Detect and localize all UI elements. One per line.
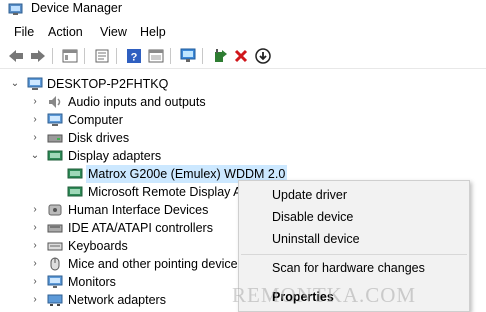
collapse-arrow-icon[interactable]: ⌄ (10, 75, 20, 93)
update-driver-icon[interactable] (210, 46, 230, 66)
monitor-icon (47, 275, 63, 288)
menu-help[interactable]: Help (139, 24, 167, 40)
hid-icon (48, 204, 62, 216)
ide-controller-icon (47, 224, 63, 233)
menu-disable-device[interactable]: Disable device (272, 209, 353, 225)
watermark: REMONTKA.COM (232, 283, 417, 307)
tree-item-monitors[interactable]: › Monitors (0, 273, 238, 291)
expand-arrow-icon[interactable]: › (30, 219, 40, 237)
expand-arrow-icon[interactable]: › (30, 255, 40, 273)
tree-item-matrox[interactable]: Matrox G200e (Emulex) WDDM 2.0 (0, 165, 288, 183)
tree-item-display-adapters[interactable]: ⌄ Display adapters (0, 147, 220, 165)
mouse-icon (50, 257, 60, 271)
forward-icon[interactable] (28, 46, 48, 66)
toolbar-separator (52, 48, 53, 64)
tree-item-label: Computer (68, 113, 123, 127)
expand-arrow-icon[interactable]: › (30, 237, 40, 255)
tree-item-ide-ata[interactable]: › IDE ATA/ATAPI controllers (0, 219, 238, 237)
details-icon[interactable] (146, 46, 166, 66)
display-adapter-icon (67, 186, 83, 197)
collapse-arrow-icon[interactable]: ⌄ (30, 147, 40, 165)
tree-item-mice[interactable]: › Mice and other pointing devices (0, 255, 238, 273)
toolbar-separator (84, 48, 85, 64)
window-title: Device Manager (31, 1, 123, 15)
menu-view[interactable]: View (99, 24, 128, 40)
tree-item-label: Keyboards (68, 239, 128, 253)
show-hide-tree-icon[interactable] (60, 46, 80, 66)
menu-uninstall-device[interactable]: Uninstall device (272, 231, 360, 247)
menu-action[interactable]: Action (47, 24, 84, 40)
toolbar-separator (170, 48, 171, 64)
tree-item-label: Disk drives (68, 131, 130, 145)
display-adapter-icon (67, 168, 83, 179)
expand-arrow-icon[interactable]: › (30, 273, 40, 291)
network-adapter-icon (47, 294, 63, 306)
tree-item-hid[interactable]: › Human Interface Devices (0, 201, 238, 219)
toolbar-separator (116, 48, 117, 64)
tree-item-label: Display adapters (68, 149, 162, 163)
back-icon[interactable] (6, 46, 26, 66)
tree-item-label: Audio inputs and outputs (68, 95, 206, 109)
disable-icon[interactable] (253, 46, 273, 66)
tree-item-label: Mice and other pointing devices (68, 257, 238, 271)
menu-scan-hardware[interactable]: Scan for hardware changes (272, 260, 425, 276)
speaker-icon (49, 96, 61, 108)
svg-text:?: ? (131, 52, 138, 64)
properties-icon[interactable] (92, 46, 112, 66)
tree-item-label: Network adapters (68, 293, 166, 307)
keyboard-icon (47, 242, 63, 251)
toolbar: ? (0, 44, 486, 69)
tree-root-label: DESKTOP-P2FHTKQ (47, 77, 169, 91)
monitor-scan-icon[interactable] (178, 46, 198, 66)
expand-arrow-icon[interactable]: › (30, 129, 40, 147)
computer-icon (27, 77, 43, 90)
title-bar: Device Manager (0, 0, 486, 20)
tree-root[interactable]: ⌄ DESKTOP-P2FHTKQ (0, 75, 220, 93)
tree-item-ms-remote-display[interactable]: Microsoft Remote Display Ac (0, 183, 238, 201)
expand-arrow-icon[interactable]: › (30, 93, 40, 111)
uninstall-icon[interactable] (231, 46, 251, 66)
tree-item-keyboards[interactable]: › Keyboards (0, 237, 238, 255)
tree-item-label: Microsoft Remote Display Ac (88, 185, 238, 199)
expand-arrow-icon[interactable]: › (30, 291, 40, 309)
menu-update-driver[interactable]: Update driver (272, 187, 347, 203)
tree-item-label: Monitors (68, 275, 116, 289)
tree-item-computer[interactable]: › Computer (0, 111, 220, 129)
expand-arrow-icon[interactable]: › (30, 201, 40, 219)
disk-drive-icon (47, 134, 63, 143)
tree-item-network-adapters[interactable]: › Network adapters (0, 291, 238, 309)
menu-bar: File Action View Help (0, 22, 486, 42)
menu-file[interactable]: File (13, 24, 35, 40)
menu-separator (241, 254, 467, 255)
tree-item-label: Human Interface Devices (68, 203, 209, 217)
computer-icon (47, 113, 63, 126)
tree-item-disk-drives[interactable]: › Disk drives (0, 129, 220, 147)
toolbar-separator (202, 48, 203, 64)
display-adapter-icon (47, 150, 63, 161)
expand-arrow-icon[interactable]: › (30, 111, 40, 129)
tree-item-audio[interactable]: › Audio inputs and outputs (0, 93, 220, 111)
help-icon[interactable]: ? (124, 46, 144, 66)
tree-item-label: IDE ATA/ATAPI controllers (68, 221, 213, 235)
device-manager-icon (8, 3, 23, 15)
